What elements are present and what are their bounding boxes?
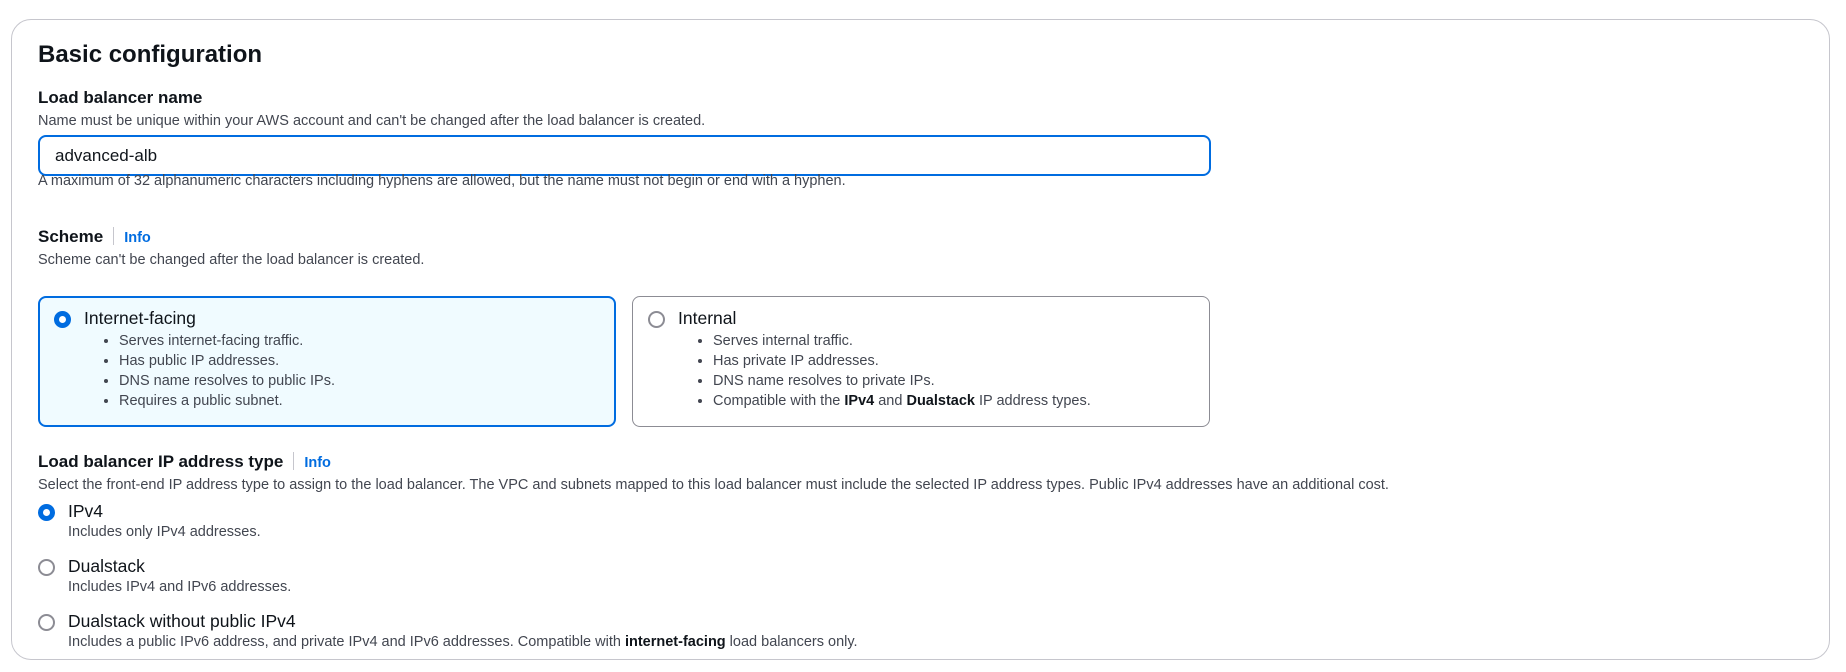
option-description: Includes only IPv4 addresses.	[68, 524, 261, 540]
bullet: Serves internet-facing traffic.	[119, 331, 335, 351]
option-description: Includes a public IPv6 address, and priv…	[68, 634, 858, 650]
bullet: DNS name resolves to public IPs.	[119, 371, 335, 391]
name-field-label: Load balancer name	[38, 88, 203, 107]
scheme-description: Scheme can't be changed after the load b…	[38, 252, 425, 268]
option-label: Dualstack	[68, 556, 145, 576]
bullet: Has private IP addresses.	[713, 351, 1091, 371]
option-bullets: Serves internet-facing traffic. Has publ…	[99, 331, 335, 411]
option-label: IPv4	[68, 501, 104, 521]
basic-configuration-panel: Basic configuration Load balancer name N…	[11, 19, 1830, 660]
option-title: Internal	[678, 308, 737, 328]
radio-button-internet-facing[interactable]	[54, 311, 71, 328]
scheme-label: Scheme	[38, 227, 104, 246]
radio-button-internal[interactable]	[648, 311, 665, 328]
scheme-option-internal[interactable]: Internal Serves internal traffic. Has pr…	[632, 296, 1210, 427]
radio-button-dualstack[interactable]	[38, 559, 55, 576]
bullet: Compatible with the IPv4 and Dualstack I…	[713, 391, 1091, 411]
section-title: Basic configuration	[38, 41, 263, 68]
bullet: Has public IP addresses.	[119, 351, 335, 371]
option-bullets: Serves internal traffic. Has private IP …	[693, 331, 1091, 411]
name-field-description: Name must be unique within your AWS acco…	[38, 113, 706, 129]
option-label: Dualstack without public IPv4	[68, 611, 296, 631]
ip-type-description: Select the front-end IP address type to …	[38, 477, 1389, 493]
name-field-constraint: A maximum of 32 alphanumeric characters …	[38, 173, 846, 189]
ip-type-label: Load balancer IP address type	[38, 452, 284, 471]
bullet: Requires a public subnet.	[119, 391, 335, 411]
bullet: DNS name resolves to private IPs.	[713, 371, 1091, 391]
info-divider	[293, 452, 295, 470]
load-balancer-name-input[interactable]	[38, 135, 1211, 176]
scheme-info-link[interactable]: Info	[124, 230, 151, 246]
scheme-label-row: Scheme Info	[38, 227, 151, 247]
radio-button-dualstack-without-public-ipv4[interactable]	[38, 614, 55, 631]
option-title: Internet-facing	[84, 308, 196, 328]
bullet: Serves internal traffic.	[713, 331, 1091, 351]
radio-button-ipv4[interactable]	[38, 504, 55, 521]
option-description: Includes IPv4 and IPv6 addresses.	[68, 579, 292, 595]
info-divider	[113, 227, 115, 245]
ip-type-info-link[interactable]: Info	[304, 455, 331, 471]
scheme-option-internet-facing[interactable]: Internet-facing Serves internet-facing t…	[38, 296, 616, 427]
ip-type-label-row: Load balancer IP address type Info	[38, 452, 331, 472]
